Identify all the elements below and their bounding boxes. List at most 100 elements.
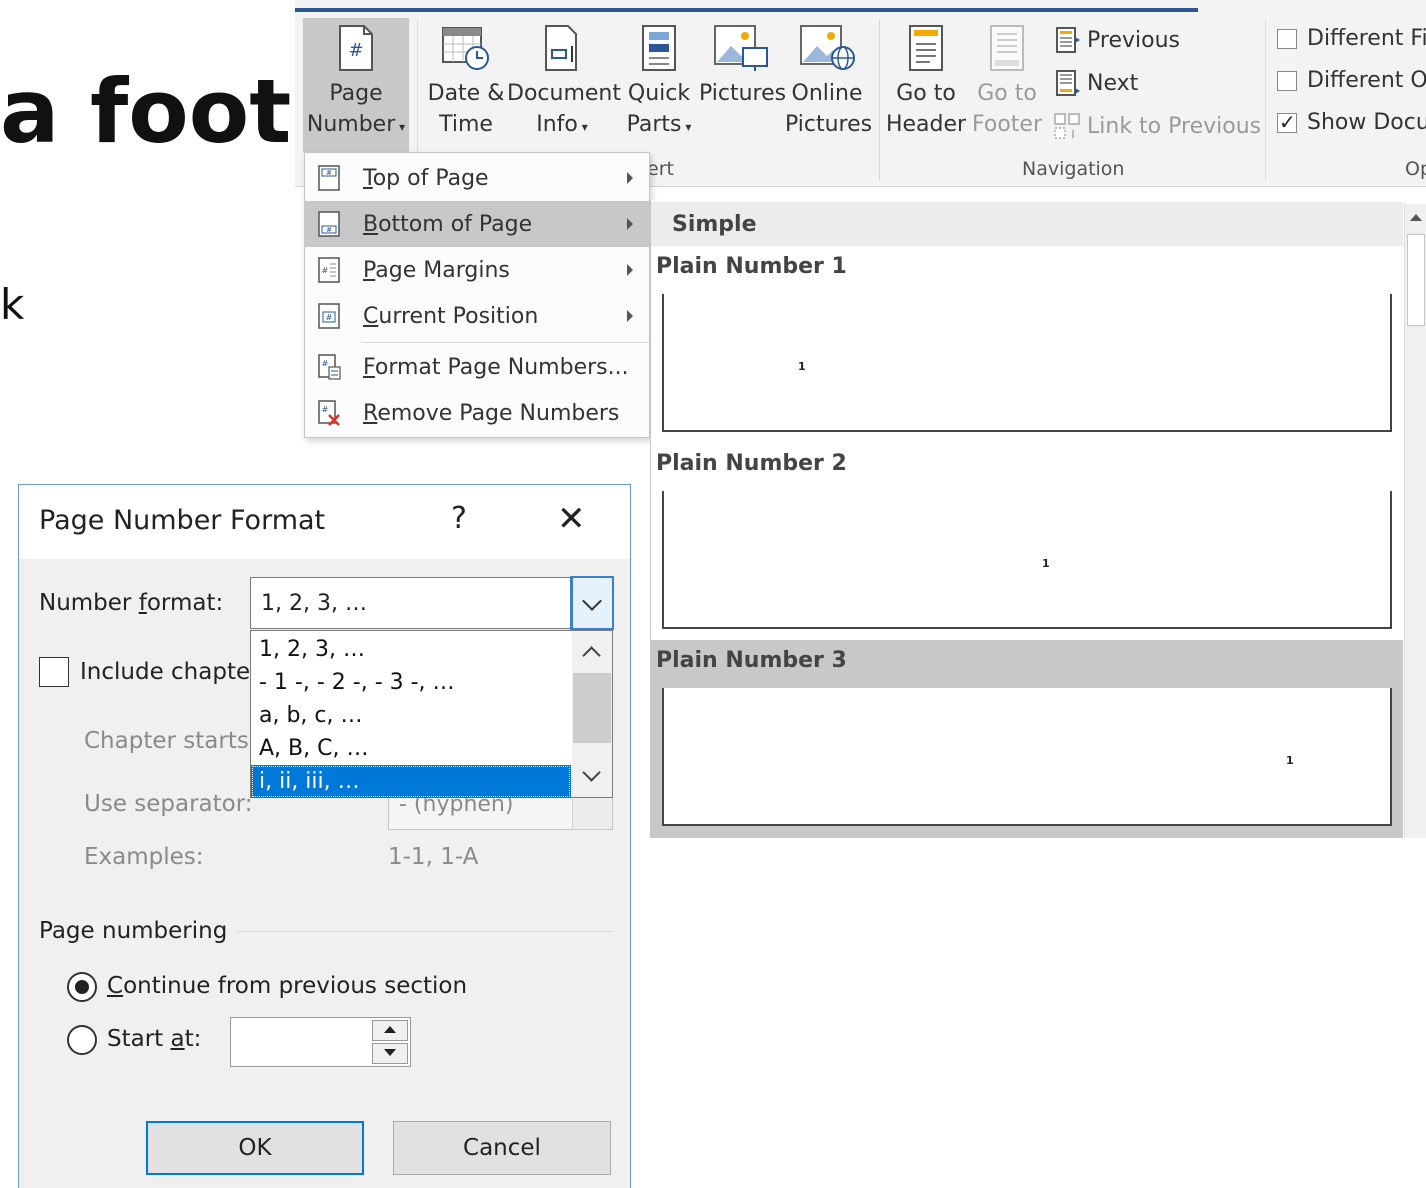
groupbox-divider (237, 931, 613, 932)
svg-text:#: # (326, 313, 333, 322)
different-first-page-label: Different Fi (1307, 26, 1426, 51)
chevron-down-icon (582, 591, 602, 611)
show-document-text-checkbox[interactable] (1277, 110, 1297, 134)
menu-item-top-of-page[interactable]: # Top of Page (305, 155, 649, 201)
scroll-thumb[interactable] (1407, 234, 1425, 326)
menu-item-remove-page-numbers[interactable]: # Remove Page Numbers (305, 390, 649, 436)
format-option[interactable]: A, B, C, … (251, 732, 571, 765)
chevron-down-icon[interactable] (582, 763, 601, 782)
menu-item-bottom-of-page[interactable]: # Bottom of Page (305, 201, 649, 247)
go-to-footer-label-2: Footer (972, 112, 1042, 137)
different-odd-even-option[interactable]: Different O (1277, 68, 1426, 93)
online-pictures-label-1: Online (791, 81, 863, 106)
menu-item-format-page-numbers[interactable]: # Format Page Numbers... (305, 344, 649, 390)
menu-item-label: Page Margins (363, 257, 510, 283)
date-time-button[interactable]: Date & Time (425, 24, 507, 140)
quick-parts-label-1: Quick (627, 81, 691, 106)
next-button[interactable]: Next (1055, 69, 1138, 97)
start-at-radio[interactable] (67, 1025, 97, 1055)
examples-value: 1-1, 1-A (388, 844, 479, 870)
gallery-item-plain-number-3[interactable]: 1 (662, 688, 1392, 826)
continue-from-previous-label: Continue from previous section (107, 973, 468, 999)
document-heading: a foot (0, 60, 292, 163)
page-number-menu: # Top of Page # Bottom of Page # Page Ma… (304, 152, 650, 438)
previous-button[interactable]: Previous (1055, 26, 1180, 54)
document-body-text: k (0, 280, 25, 329)
gallery-scrollbar[interactable] (1404, 204, 1426, 838)
pictures-button[interactable]: Pictures (699, 24, 786, 109)
link-to-previous-button[interactable]: Link to Previous (1053, 112, 1261, 140)
scroll-up-icon[interactable] (1410, 214, 1422, 221)
format-option[interactable]: a, b, c, … (251, 699, 571, 732)
submenu-arrow-icon (627, 310, 633, 322)
format-option[interactable]: 1, 2, 3, … (251, 633, 571, 666)
go-to-header-label-1: Go to (896, 81, 956, 106)
start-at-spinner[interactable] (230, 1017, 411, 1067)
cancel-button[interactable]: Cancel (393, 1121, 611, 1175)
number-format-dropdown-button[interactable] (570, 576, 614, 630)
quick-parts-button[interactable]: Quick Parts ▾ (623, 24, 695, 143)
go-to-header-button[interactable]: Go to Header (885, 24, 967, 140)
scroll-thumb[interactable] (573, 673, 611, 743)
go-to-footer-label-1: Go to (977, 81, 1037, 106)
dialog-title: Page Number Format (39, 505, 326, 536)
page-number-label-1: Page (329, 81, 383, 106)
format-option[interactable]: - 1 -, - 2 -, - 3 -, … (251, 666, 571, 699)
date-time-label-1: Date & (427, 81, 505, 106)
format-page-numbers-icon: # (318, 354, 341, 380)
dropdown-caret-icon: ▾ (577, 120, 588, 134)
document-info-button[interactable]: Document Info ▾ (507, 24, 621, 143)
different-odd-even-checkbox[interactable] (1277, 70, 1297, 91)
examples-label: Examples: (84, 844, 204, 870)
menu-item-current-position[interactable]: # Current Position (305, 293, 649, 339)
different-first-page-option[interactable]: Different Fi (1277, 26, 1426, 51)
svg-text:#: # (326, 169, 332, 177)
menu-item-label: Bottom of Page (363, 211, 533, 237)
dropdown-caret-icon: ▾ (681, 120, 692, 134)
dropdown-scrollbar[interactable] (572, 631, 612, 797)
submenu-arrow-icon (627, 218, 633, 230)
go-to-footer-button[interactable]: Go to Footer (967, 24, 1047, 140)
calendar-clock-icon (442, 27, 489, 70)
spin-down-button[interactable] (372, 1043, 408, 1064)
navigation-group-label: Navigation (1022, 158, 1125, 180)
show-document-text-option[interactable]: Show Docu (1277, 110, 1426, 135)
format-option-selected[interactable]: i, ii, iii, … (251, 765, 571, 798)
close-button[interactable]: ✕ (557, 499, 586, 539)
page-number-button[interactable]: # Page Number ▾ (303, 24, 409, 143)
start-at-label: Start at: (107, 1026, 202, 1052)
ok-button[interactable]: OK (146, 1121, 364, 1175)
gallery-item-label: Plain Number 3 (656, 648, 847, 673)
menu-item-page-margins[interactable]: # Page Margins (305, 247, 649, 293)
spin-up-button[interactable] (372, 1020, 408, 1041)
bottom-of-page-icon: # (318, 211, 340, 237)
ribbon-separator (1265, 20, 1266, 180)
online-pictures-button[interactable]: Online Pictures (785, 24, 872, 140)
different-first-page-checkbox[interactable] (1277, 28, 1297, 49)
current-position-icon: # (318, 303, 340, 329)
gallery-item-plain-number-2[interactable]: 1 (662, 491, 1392, 629)
help-button[interactable]: ? (451, 501, 467, 536)
include-chapter-checkbox[interactable] (39, 657, 69, 687)
include-chapter-label: Include chapter (80, 659, 260, 685)
link-to-previous-label: Link to Previous (1087, 113, 1262, 139)
ribbon-accent-bar (295, 8, 1198, 12)
gallery-section-header: Simple (651, 202, 1403, 246)
number-format-combobox[interactable]: 1, 2, 3, … (250, 576, 614, 630)
gallery-item-plain-number-1[interactable]: 1 (662, 294, 1392, 432)
chevron-up-icon[interactable] (582, 646, 601, 665)
next-label: Next (1087, 70, 1139, 96)
quick-parts-label-2: Parts (626, 112, 682, 137)
svg-text:#: # (322, 266, 329, 275)
document-info-label-1: Document (507, 81, 621, 106)
previous-label: Previous (1087, 27, 1180, 53)
options-group-label: Op (1405, 158, 1426, 180)
menu-item-label: Current Position (363, 303, 539, 329)
continue-from-previous-radio[interactable] (67, 972, 97, 1002)
bottom-of-page-gallery: Simple Plain Number 1 1 Plain Number 2 1… (650, 200, 1426, 838)
submenu-arrow-icon (627, 172, 633, 184)
gallery-item-label: Plain Number 1 (656, 254, 847, 279)
number-format-value: 1, 2, 3, … (261, 590, 367, 616)
link-to-previous-icon (1054, 113, 1080, 139)
number-format-dropdown-list: 1, 2, 3, … - 1 -, - 2 -, - 3 -, … a, b, … (250, 630, 613, 798)
